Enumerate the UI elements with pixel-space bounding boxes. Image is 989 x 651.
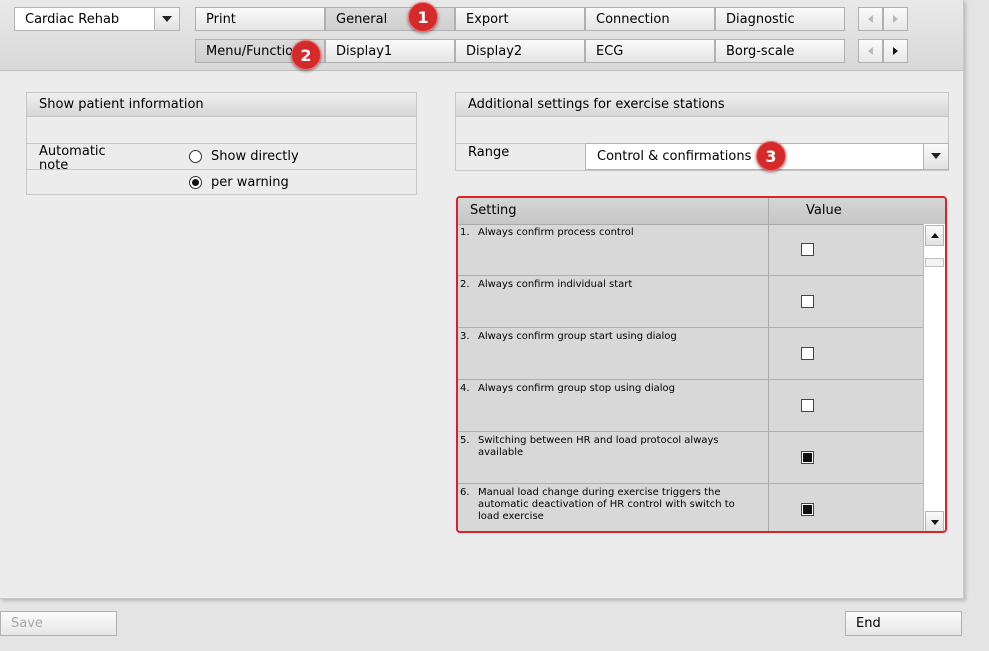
- table-row: 5. Switching between HR and load protocol…: [458, 432, 923, 484]
- main-window: Cardiac Rehab Print General Export Conne…: [0, 0, 964, 599]
- table-row: 6. Manual load change during exercise tri…: [458, 484, 923, 531]
- tab-display2[interactable]: Display2: [455, 39, 585, 63]
- settings-table: Setting Value 1. Always confirm process c…: [456, 196, 947, 533]
- tab-label: Connection: [596, 12, 670, 27]
- patient-info-panel: Show patient information Automatic note …: [26, 92, 417, 195]
- show-directly-radio[interactable]: [189, 150, 202, 163]
- table-scrollbar[interactable]: [923, 224, 945, 531]
- scroll-down-button[interactable]: [925, 511, 944, 531]
- show-directly-label: Show directly: [211, 149, 299, 164]
- setting-checkbox[interactable]: [801, 295, 814, 308]
- callout-badge-3: 3: [756, 141, 786, 171]
- scroll-thumb[interactable]: [925, 258, 944, 267]
- tabs-row2-next-button[interactable]: [883, 39, 908, 63]
- tab-label: Display1: [336, 44, 393, 59]
- range-select-dropdown-button[interactable]: [923, 144, 948, 169]
- tab-borg-scale[interactable]: Borg-scale: [715, 39, 845, 63]
- tab-label: Print: [206, 12, 236, 27]
- setting-label: Always confirm process control: [478, 227, 634, 238]
- program-select-value: Cardiac Rehab: [25, 12, 120, 27]
- tab-diagnostic[interactable]: Diagnostic: [715, 7, 845, 31]
- tab-export[interactable]: Export: [455, 7, 585, 31]
- tabs-row1-next-button[interactable]: [883, 7, 908, 31]
- save-button[interactable]: Save: [0, 611, 117, 636]
- tabs-row2-prev-button[interactable]: [858, 39, 883, 63]
- tab-label: General: [336, 12, 388, 27]
- range-label: Range: [468, 145, 510, 160]
- setting-checkbox[interactable]: [801, 503, 814, 516]
- row-number: 4.: [460, 383, 470, 394]
- callout-badge-1: 1: [408, 2, 438, 32]
- chevron-left-icon: [868, 15, 873, 23]
- table-row: 1. Always confirm process control: [458, 224, 923, 276]
- tab-connection[interactable]: Connection: [585, 7, 715, 31]
- column-header-setting: Setting: [470, 203, 517, 218]
- tab-label: Borg-scale: [726, 44, 795, 59]
- tab-label: Export: [466, 12, 509, 27]
- row-number: 1.: [460, 227, 470, 238]
- column-separator: [768, 198, 769, 531]
- chevron-right-icon: [893, 15, 898, 23]
- setting-label: Manual load change during exercise trigg…: [478, 487, 735, 522]
- chevron-down-icon: [162, 16, 172, 22]
- divider: [27, 169, 416, 170]
- row-number: 2.: [460, 279, 470, 290]
- arrow-down-icon: [931, 520, 939, 525]
- tabs-row1-prev-button[interactable]: [858, 7, 883, 31]
- setting-checkbox[interactable]: [801, 347, 814, 360]
- callout-badge-2: 2: [291, 40, 321, 70]
- program-select[interactable]: Cardiac Rehab: [14, 7, 180, 31]
- row-number: 6.: [460, 487, 470, 498]
- toolbar: Cardiac Rehab Print General Export Conne…: [0, 0, 963, 71]
- range-select-value: Control & confirmations: [597, 149, 752, 164]
- table-row: 2. Always confirm individual start: [458, 276, 923, 328]
- per-warning-label: per warning: [211, 175, 289, 190]
- setting-checkbox[interactable]: [801, 243, 814, 256]
- tab-ecg[interactable]: ECG: [585, 39, 715, 63]
- per-warning-radio[interactable]: [189, 176, 202, 189]
- exercise-stations-panel-title: Additional settings for exercise station…: [456, 93, 948, 117]
- setting-label: Always confirm individual start: [478, 279, 633, 290]
- tab-display1[interactable]: Display1: [325, 39, 455, 63]
- chevron-down-icon: [931, 153, 941, 159]
- table-row: 4. Always confirm group stop using dialog: [458, 380, 923, 432]
- chevron-right-icon: [893, 47, 898, 55]
- setting-label: Always confirm group stop using dialog: [478, 383, 676, 394]
- row-number: 3.: [460, 331, 470, 342]
- tab-print[interactable]: Print: [195, 7, 325, 31]
- tab-label: ECG: [596, 44, 624, 59]
- table-row: 3. Always confirm group start using dialo…: [458, 328, 923, 380]
- tab-label: Display2: [466, 44, 523, 59]
- chevron-left-icon: [868, 47, 873, 55]
- patient-info-panel-title: Show patient information: [27, 93, 416, 117]
- column-header-value: Value: [806, 203, 842, 218]
- program-select-dropdown-button[interactable]: [154, 8, 179, 30]
- setting-label: Always confirm group start using dialog: [478, 331, 677, 342]
- arrow-up-icon: [931, 233, 939, 238]
- scroll-up-button[interactable]: [925, 225, 944, 246]
- table-header: Setting Value: [458, 198, 945, 225]
- end-button[interactable]: End: [845, 611, 962, 636]
- tab-label: Diagnostic: [726, 12, 795, 27]
- row-number: 5.: [460, 435, 470, 446]
- setting-checkbox[interactable]: [801, 451, 814, 464]
- setting-label: Switching between HR and load protocol a…: [478, 435, 719, 458]
- setting-checkbox[interactable]: [801, 399, 814, 412]
